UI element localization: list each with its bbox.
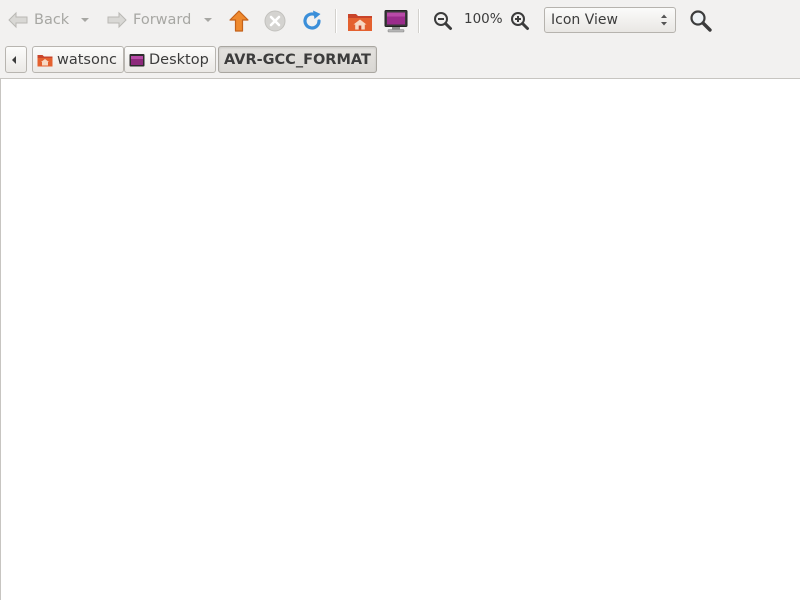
updown-arrows-icon — [661, 14, 667, 26]
zoom-in-button[interactable] — [507, 8, 533, 34]
zoom-out-icon — [434, 12, 452, 30]
pathbar-scroll-left-button[interactable] — [5, 46, 27, 73]
breadcrumb-label: AVR-GCC_FORMAT — [224, 51, 371, 68]
toolbar: Back Forward 100% Icon View — [0, 0, 800, 42]
chevron-down-icon — [204, 18, 212, 22]
forward-history-dropdown[interactable] — [201, 9, 215, 31]
reload-button[interactable] — [299, 8, 325, 34]
location-pathbar: watsonc Desktop AVR-GCC_FORMAT — [0, 44, 800, 78]
breadcrumb-watsonc[interactable]: watsonc — [32, 46, 125, 73]
home-button[interactable] — [347, 8, 373, 34]
back-history-dropdown[interactable] — [78, 9, 92, 31]
breadcrumb-desktop[interactable]: Desktop — [124, 46, 216, 73]
forward-button[interactable]: Forward — [105, 8, 191, 32]
desktop-folder-icon — [129, 53, 145, 66]
reload-icon — [303, 10, 321, 30]
view-mode-select[interactable]: Icon View — [544, 7, 676, 33]
arrow-up-icon — [229, 10, 249, 32]
chevron-down-icon — [81, 18, 89, 22]
up-button[interactable] — [226, 8, 252, 34]
stop-icon — [264, 10, 286, 32]
zoom-in-icon — [511, 12, 529, 30]
home-folder-icon — [37, 54, 53, 66]
zoom-out-button[interactable] — [430, 8, 456, 34]
breadcrumb-label: Desktop — [149, 51, 209, 68]
arrow-right-icon — [107, 11, 127, 29]
computer-icon — [384, 10, 408, 33]
stop-button[interactable] — [262, 8, 288, 34]
toolbar-separator — [418, 9, 419, 33]
breadcrumb-label: watsonc — [57, 51, 118, 68]
view-mode-value: Icon View — [551, 12, 618, 28]
file-manager-window: Back Forward 100% Icon View watsonc Desk… — [0, 0, 800, 600]
file-view-area[interactable] — [0, 78, 800, 600]
zoom-level-label: 100% — [464, 11, 503, 27]
toolbar-separator — [335, 9, 336, 33]
back-label: Back — [34, 12, 70, 28]
back-button[interactable]: Back — [6, 8, 69, 32]
arrow-left-icon — [8, 11, 28, 29]
breadcrumb-current-folder[interactable]: AVR-GCC_FORMAT — [218, 46, 377, 73]
search-icon — [690, 10, 712, 32]
home-folder-icon — [348, 14, 372, 31]
computer-button[interactable] — [383, 8, 409, 34]
chevron-left-icon — [12, 55, 16, 64]
search-button[interactable] — [688, 8, 714, 34]
forward-label: Forward — [133, 12, 192, 28]
